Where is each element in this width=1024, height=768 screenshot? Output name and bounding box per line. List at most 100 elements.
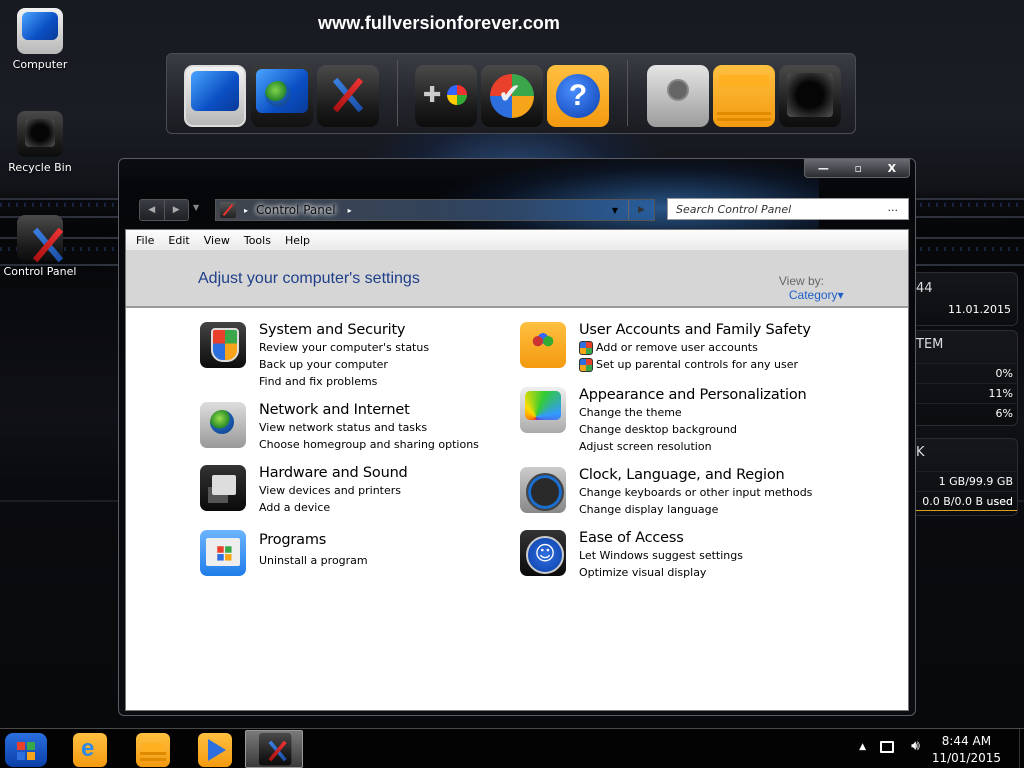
dock-separator xyxy=(397,60,398,126)
uac-shield-icon xyxy=(579,357,593,372)
recent-pages-dropdown[interactable]: ▼ xyxy=(193,203,199,212)
network-icon[interactable] xyxy=(880,741,894,753)
minimize-button[interactable]: — xyxy=(818,162,829,175)
category-link[interactable]: Optimize visual display xyxy=(579,564,743,581)
show-desktop-button[interactable] xyxy=(1019,729,1020,768)
category-user-accounts: User Accounts and Family Safety Add or r… xyxy=(520,322,811,373)
clock-icon[interactable] xyxy=(520,467,566,513)
category-title[interactable]: Programs xyxy=(259,532,368,549)
system-gadget[interactable]: TEM 0% 11% 6% xyxy=(916,330,1018,426)
back-button[interactable]: ◀ xyxy=(140,200,165,220)
category-link[interactable]: Let Windows suggest settings xyxy=(579,547,743,564)
watermark-text: www.fullversionforever.com xyxy=(318,13,561,33)
dock-hard-drive-icon[interactable] xyxy=(647,65,709,127)
taskbar-media-player[interactable] xyxy=(198,733,232,767)
network-globe-icon[interactable] xyxy=(200,402,246,448)
menu-view[interactable]: View xyxy=(204,234,230,247)
search-input[interactable]: Search Control Panel ... xyxy=(667,198,909,220)
view-by-value: Category xyxy=(788,288,838,302)
category-title[interactable]: Appearance and Personalization xyxy=(579,387,807,404)
tools-icon xyxy=(259,733,292,766)
breadcrumb-arrow-icon[interactable]: ▸ xyxy=(348,206,352,215)
menu-tools[interactable]: Tools xyxy=(244,234,271,247)
taskbar-control-panel[interactable] xyxy=(245,730,303,768)
volume-icon[interactable]: 🔊︎ xyxy=(911,738,920,754)
desktop-icon-computer[interactable]: Computer xyxy=(0,8,80,71)
palette-icon[interactable] xyxy=(520,387,566,433)
category-link[interactable]: Change the theme xyxy=(579,404,807,421)
address-bar[interactable]: ▸ Control Panel ▸ ▼ ▶ xyxy=(215,199,655,221)
dock-checkmark-icon[interactable] xyxy=(481,65,543,127)
clock-gadget[interactable]: 44 11.01.2015 xyxy=(916,272,1018,326)
category-ease-of-access: Ease of Access Let Windows suggest setti… xyxy=(520,530,743,581)
refresh-button[interactable]: ▶ xyxy=(628,200,654,220)
category-link[interactable]: View network status and tasks xyxy=(259,419,479,436)
category-link[interactable]: Change desktop background xyxy=(579,421,807,438)
category-link[interactable]: Add or remove user accounts xyxy=(579,339,811,356)
gadget-clock-date: 11.01.2015 xyxy=(948,303,1011,316)
internet-explorer-icon: e xyxy=(81,735,95,762)
printer-icon[interactable] xyxy=(200,465,246,511)
category-link[interactable]: Set up parental controls for any user xyxy=(579,356,811,373)
desktop-icon-recycle-bin[interactable]: Recycle Bin xyxy=(0,111,80,174)
clock-date: 11/01/2015 xyxy=(931,751,1001,765)
gadget-disk-usage: 1 GB/99.9 GB used xyxy=(916,471,1017,508)
menu-edit[interactable]: Edit xyxy=(168,234,189,247)
disk-gadget[interactable]: K 1 GB/99.9 GB used 0.0 B/0.0 B used xyxy=(916,438,1018,516)
dock-tools-icon[interactable] xyxy=(317,65,379,127)
desktop-icon-label: Recycle Bin xyxy=(8,161,72,174)
category-link[interactable]: Adjust screen resolution xyxy=(579,438,807,455)
category-link[interactable]: Uninstall a program xyxy=(259,552,368,569)
category-link[interactable]: Review your computer's status xyxy=(259,339,429,356)
taskbar-clock[interactable]: 8:44 AM 11/01/2015 xyxy=(932,733,1001,767)
breadcrumb-arrow-icon[interactable]: ▸ xyxy=(244,206,248,215)
category-link[interactable]: Find and fix problems xyxy=(259,373,429,390)
view-by-dropdown[interactable]: Category ▾ xyxy=(789,288,844,302)
desktop-icon-label: Computer xyxy=(12,58,68,71)
forward-button[interactable]: ▶ xyxy=(165,200,189,220)
accessibility-icon[interactable] xyxy=(520,530,566,576)
play-icon xyxy=(208,739,226,761)
dock-help-icon[interactable]: ? xyxy=(547,65,609,127)
dock-computer-icon[interactable] xyxy=(184,65,246,127)
category-link[interactable]: View devices and printers xyxy=(259,482,408,499)
users-icon[interactable] xyxy=(520,322,566,368)
dock-recycle-bin-icon[interactable] xyxy=(779,65,841,127)
control-panel-icon xyxy=(17,215,63,261)
category-programs: Programs Uninstall a program xyxy=(200,530,368,576)
category-link[interactable]: Change display language xyxy=(579,501,812,518)
search-more-icon[interactable]: ... xyxy=(888,201,899,214)
start-button[interactable] xyxy=(5,733,47,767)
category-title[interactable]: User Accounts and Family Safety xyxy=(579,322,811,339)
dock-gamepad-icon[interactable]: ✚ xyxy=(415,65,477,127)
menu-help[interactable]: Help xyxy=(285,234,310,247)
category-link[interactable]: Back up your computer xyxy=(259,356,429,373)
taskbar-internet-explorer[interactable]: e xyxy=(73,733,107,767)
taskbar-explorer[interactable] xyxy=(136,733,170,767)
dock-folder-icon[interactable] xyxy=(713,65,775,127)
menu-file[interactable]: File xyxy=(136,234,154,247)
programs-icon[interactable] xyxy=(200,530,246,576)
close-button[interactable]: X xyxy=(888,162,896,175)
taskbar: e ▲ 🔊︎ 8:44 AM 11/01/2015 xyxy=(0,728,1024,768)
category-link[interactable]: Change keyboards or other input methods xyxy=(579,484,812,501)
breadcrumb-control-panel[interactable]: Control Panel xyxy=(256,203,336,217)
category-title[interactable]: System and Security xyxy=(259,322,429,339)
category-title[interactable]: Clock, Language, and Region xyxy=(579,467,812,484)
address-dropdown-icon[interactable]: ▼ xyxy=(612,206,618,215)
show-hidden-icons-button[interactable]: ▲ xyxy=(859,742,866,752)
category-link[interactable]: Choose homegroup and sharing options xyxy=(259,436,479,453)
windows-start-icon xyxy=(17,742,25,750)
category-title[interactable]: Hardware and Sound xyxy=(259,465,408,482)
category-clock-language: Clock, Language, and Region Change keybo… xyxy=(520,467,812,518)
maximize-button[interactable]: ▫ xyxy=(855,162,862,175)
category-title[interactable]: Ease of Access xyxy=(579,530,743,547)
category-link[interactable]: Add a device xyxy=(259,499,408,516)
category-appearance: Appearance and Personalization Change th… xyxy=(520,387,807,455)
desktop-icon-control-panel[interactable]: Control Panel xyxy=(0,215,80,278)
dock-network-globe-icon[interactable] xyxy=(251,65,313,127)
shield-icon[interactable] xyxy=(200,322,246,368)
category-title[interactable]: Network and Internet xyxy=(259,402,479,419)
navigation-buttons: ◀ ▶ xyxy=(139,199,189,221)
control-panel-icon xyxy=(220,202,236,218)
